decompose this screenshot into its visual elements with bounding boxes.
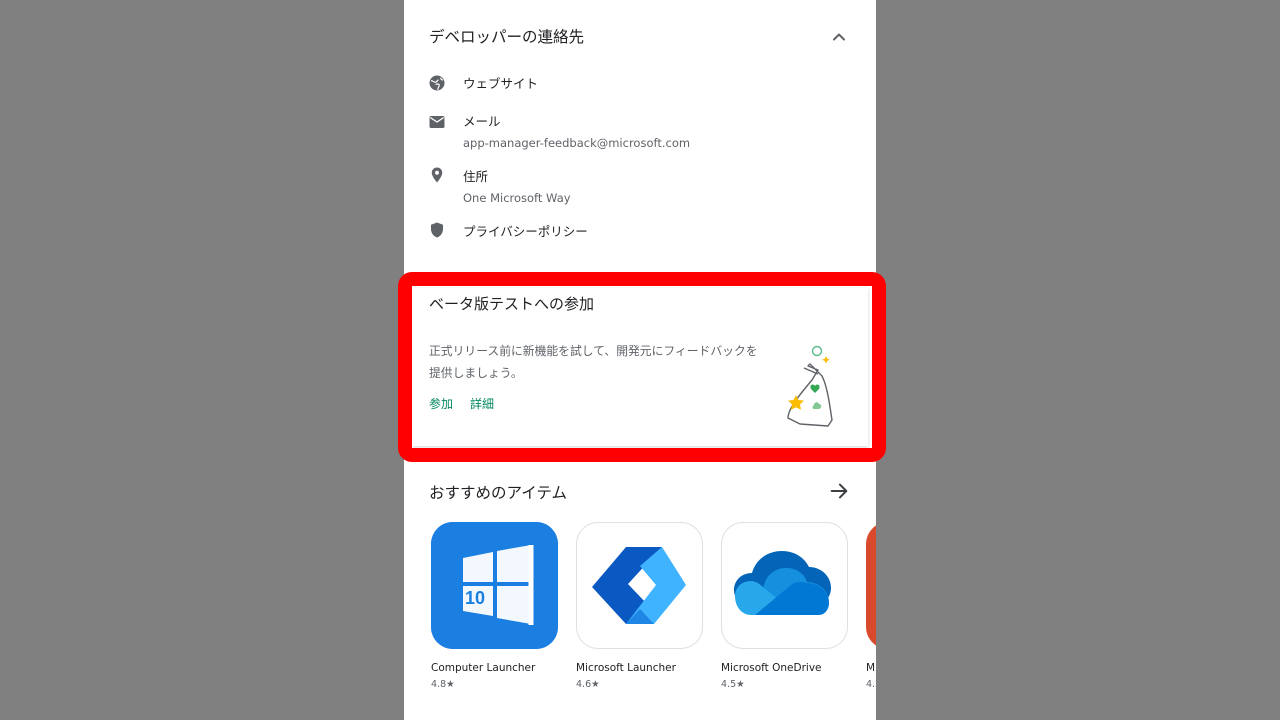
app-rating: 4.2★ <box>866 679 876 690</box>
app-tile-microsoft-launcher[interactable]: Microsoft Launcher 4.6★ <box>576 522 704 690</box>
app-details-screen: デベロッパーの連絡先 ウェブサイト メール app-manager-feedba… <box>404 0 876 720</box>
location-pin-icon <box>431 167 443 183</box>
privacy-policy-label: プライバシーポリシー <box>463 224 588 239</box>
star-icon: ★ <box>446 679 455 690</box>
beta-testing-card: ベータ版テストへの参加 正式リリース前に新機能を試して、開発元にフィードバックを… <box>412 288 868 446</box>
beta-title: ベータ版テストへの参加 <box>429 295 595 313</box>
chevron-up-icon[interactable] <box>829 27 849 47</box>
app-name: Computer Launcher <box>431 662 536 674</box>
computer-launcher-icon-text: 10 <box>465 588 486 608</box>
app-tile-partial[interactable]: Mic 4.2★ <box>866 522 876 690</box>
mail-icon <box>429 116 445 128</box>
microsoft-launcher-icon <box>576 522 703 649</box>
app-rating: 4.6★ <box>576 679 600 690</box>
app-tile-microsoft-onedrive[interactable]: Microsoft OneDrive 4.5★ <box>721 522 849 690</box>
app-name: Mic <box>866 662 876 674</box>
onedrive-cloud-icon <box>721 522 848 649</box>
globe-icon <box>429 75 445 91</box>
address-label: 住所 <box>463 169 489 184</box>
address-value: One Microsoft Way <box>463 191 571 205</box>
shield-icon <box>431 222 443 238</box>
app-rating: 4.8★ <box>431 679 455 690</box>
app-name: Microsoft Launcher <box>576 662 676 674</box>
beta-description: 正式リリース前に新機能を試して、開発元にフィードバックを提供しましょう。 <box>429 344 758 380</box>
app-name: Microsoft OneDrive <box>721 662 822 674</box>
developer-contact-title: デベロッパーの連絡先 <box>429 28 585 46</box>
beta-join-link[interactable]: 参加 <box>429 395 453 412</box>
website-label: ウェブサイト <box>463 76 539 91</box>
computer-launcher-icon: 10 <box>431 522 558 649</box>
star-icon: ★ <box>591 679 600 690</box>
app-icon-partial <box>866 522 876 649</box>
star-icon: ★ <box>736 679 745 690</box>
arrow-right-icon[interactable] <box>828 480 850 502</box>
email-address: app-manager-feedback@microsoft.com <box>463 136 691 150</box>
email-label: メール <box>463 114 501 129</box>
app-rating: 4.5★ <box>721 679 745 690</box>
recommended-title: おすすめのアイテム <box>429 484 567 502</box>
app-tile-computer-launcher[interactable]: 10 Computer Launcher 4.8★ <box>431 522 559 690</box>
beta-details-link[interactable]: 詳細 <box>470 395 494 412</box>
beta-flask-illustration <box>787 345 833 427</box>
